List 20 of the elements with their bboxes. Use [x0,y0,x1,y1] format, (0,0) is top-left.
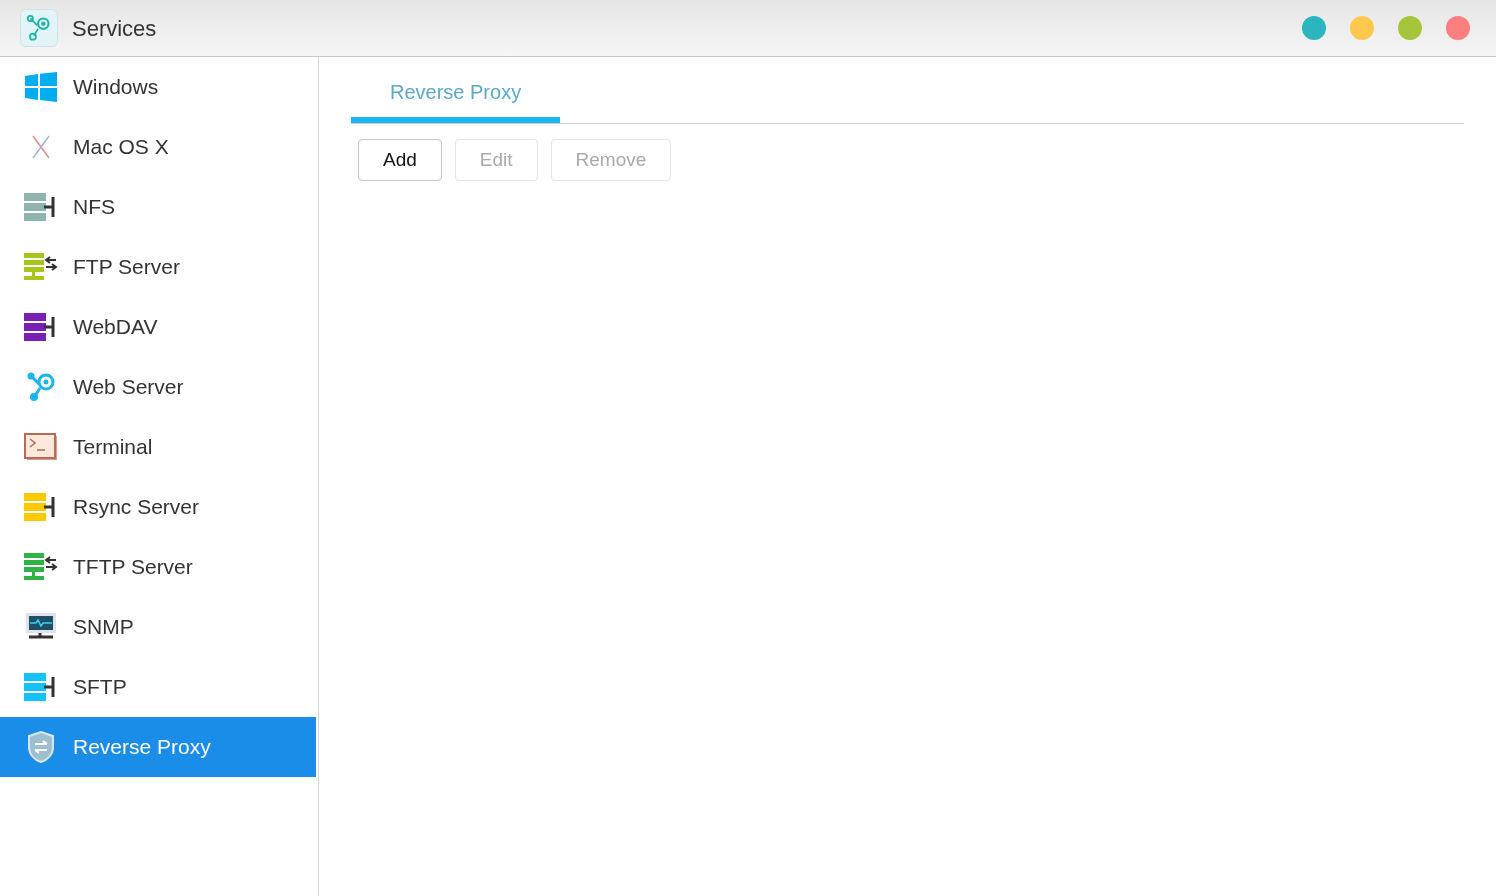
x-letter-icon [31,135,51,159]
sidebar-item[interactable]: SNMP [0,597,316,657]
sidebar-item[interactable]: WebDAV [0,297,316,357]
sidebar-item[interactable]: Terminal [0,417,316,477]
shield-arrows-icon [27,731,55,763]
windows-logo-icon [25,72,57,102]
sidebar-item[interactable]: Rsync Server [0,477,316,537]
action-button[interactable]: Add [358,139,442,181]
window-title: Services [72,14,157,43]
sidebar-item[interactable]: FTP Server [0,237,316,297]
network-nodes-icon [26,372,56,402]
sidebar-item[interactable]: Windows [0,57,316,117]
sidebar-item[interactable]: Web Server [0,357,316,417]
app-icon [20,9,58,47]
sidebar-item[interactable]: NFS [0,177,316,237]
sidebar-item[interactable]: TFTP Server [0,537,316,597]
monitor-icon [25,613,57,641]
terminal-icon [24,433,58,461]
sidebar-item[interactable]: Mac OS X [0,117,316,177]
sidebar-item[interactable]: SFTP [0,657,316,717]
